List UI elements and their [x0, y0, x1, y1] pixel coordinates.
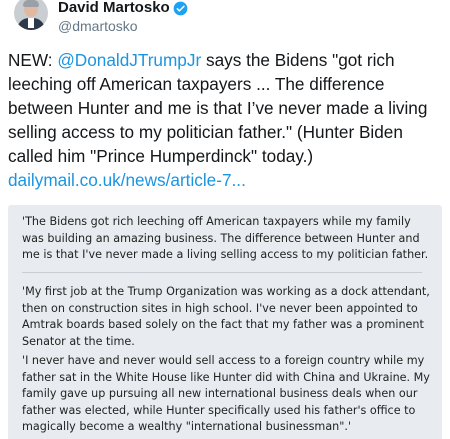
mention-link[interactable]: @DonaldJTrumpJr	[57, 50, 201, 70]
handle[interactable]: @dmartosko	[58, 17, 188, 35]
quote-image[interactable]: 'The Bidens got rich leeching off Americ…	[8, 205, 442, 439]
quote-paragraph-3: 'I never have and never would sell acces…	[22, 354, 430, 433]
tweet-text: NEW: @DonaldJTrumpJr says the Bidens "go…	[8, 48, 438, 192]
quote-divider	[22, 272, 422, 273]
quote-paragraph-1: 'The Bidens got rich leeching off Americ…	[22, 215, 429, 261]
display-name[interactable]: David Martosko	[58, 0, 170, 17]
tweet-header: David Martosko @dmartosko	[8, 0, 438, 40]
verified-badge-icon	[173, 1, 188, 16]
tweet-prefix: NEW:	[8, 50, 58, 70]
quote-paragraph-2: 'My first job at the Trump Organization …	[22, 285, 430, 348]
author-names: David Martosko @dmartosko	[58, 0, 188, 35]
avatar[interactable]	[14, 0, 48, 30]
article-link[interactable]: dailymail.co.uk/news/article-7...	[8, 170, 246, 190]
